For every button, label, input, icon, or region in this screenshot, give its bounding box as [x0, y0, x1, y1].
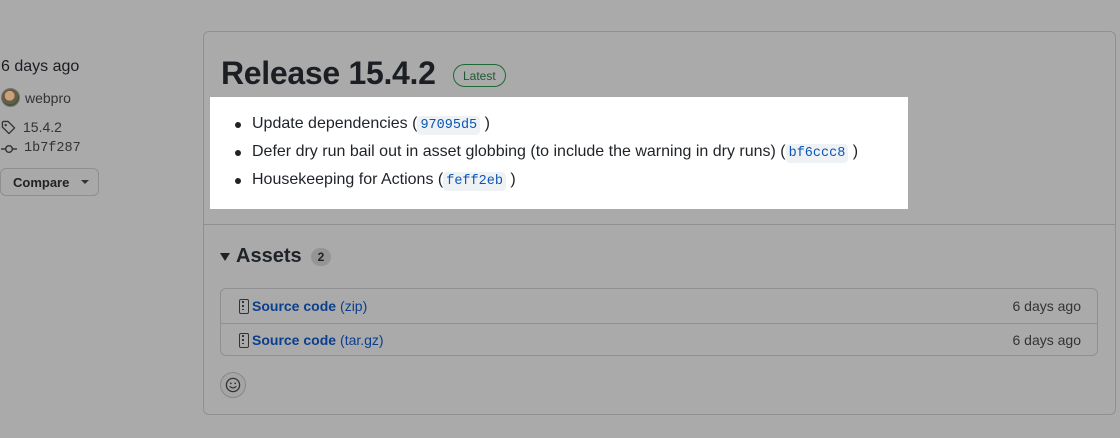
- commit-sha-link[interactable]: feff2eb: [443, 172, 506, 191]
- note-text: Defer dry run bail out in asset globbing…: [252, 143, 786, 160]
- asset-date: 6 days ago: [1012, 298, 1082, 314]
- zip-icon: [239, 332, 249, 348]
- asset-row: Source code (zip) 6 days ago: [221, 289, 1097, 323]
- latest-badge: Latest: [453, 64, 506, 87]
- tag-label[interactable]: 15.4.2: [23, 119, 62, 135]
- tag-link[interactable]: 15.4.2: [1, 119, 62, 135]
- release-notes: Update dependencies (97095d5 ) Defer dry…: [210, 97, 908, 209]
- commit-icon: [1, 144, 17, 153]
- avatar[interactable]: [1, 88, 20, 107]
- note-close: ): [510, 171, 516, 188]
- note-item: Defer dry run bail out in asset globbing…: [232, 140, 908, 168]
- note-text: Housekeeping for Actions (: [252, 171, 444, 188]
- commit-sha[interactable]: 1b7f287: [24, 141, 81, 156]
- assets-count-badge: 2: [310, 247, 332, 266]
- release-title[interactable]: Release 15.4.2: [221, 55, 436, 92]
- note-text: Update dependencies (: [252, 115, 418, 132]
- compare-label: Compare: [13, 174, 70, 190]
- compare-button[interactable]: Compare: [0, 168, 99, 196]
- author-name[interactable]: webpro: [25, 90, 71, 106]
- commit-sha-link[interactable]: 97095d5: [417, 116, 481, 135]
- asset-date: 6 days ago: [1012, 332, 1082, 348]
- zip-icon: [239, 298, 249, 314]
- asset-link[interactable]: Source code (zip): [252, 298, 367, 314]
- add-reaction-button[interactable]: [220, 372, 246, 398]
- chevron-down-icon: [81, 180, 90, 184]
- release-date: 6 days ago: [1, 58, 80, 75]
- release-card: Release 15.4.2 Latest Update dependencie…: [203, 31, 1116, 415]
- assets-list: Source code (zip) 6 days ago Source code(…: [220, 288, 1098, 356]
- note-close: ): [852, 143, 859, 160]
- asset-row: Source code (tar.gz) 6 days ago: [221, 323, 1097, 356]
- commit-sha-link[interactable]: bf6ccc8: [785, 144, 849, 163]
- commit-link[interactable]: 1b7f287: [1, 141, 81, 156]
- tag-icon: [1, 120, 16, 134]
- smiley-icon: [225, 377, 241, 393]
- asset-link[interactable]: Source code (tar.gz): [252, 332, 384, 348]
- triangle-down-icon: [220, 252, 230, 261]
- section-divider: [204, 224, 1115, 225]
- note-item: Update dependencies (97095d5 ): [232, 112, 908, 140]
- author-link[interactable]: webpro: [1, 88, 71, 107]
- note-close: ): [484, 115, 490, 132]
- note-item: Housekeeping for Actions (feff2eb ): [232, 168, 908, 196]
- assets-toggle[interactable]: Assets 2: [220, 245, 332, 268]
- assets-title: Assets: [236, 245, 302, 267]
